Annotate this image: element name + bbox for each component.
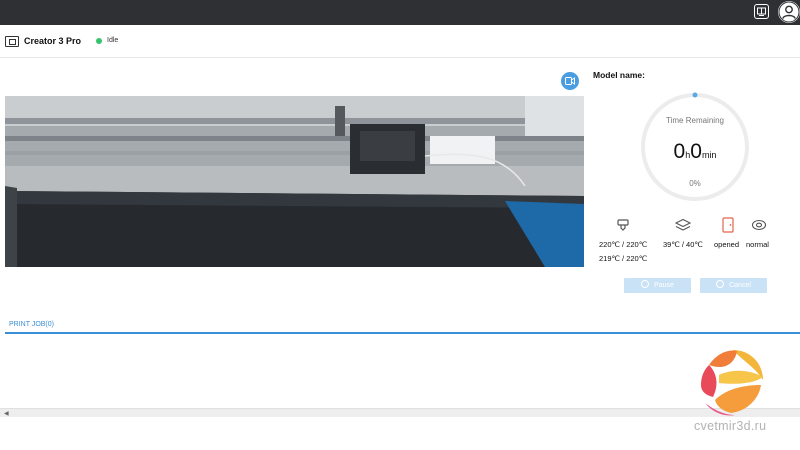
printer-name: Creator 3 Pro <box>24 36 82 46</box>
user-avatar-icon <box>778 1 800 23</box>
door-icon <box>722 217 734 233</box>
minutes-value: 0 <box>690 140 702 163</box>
tab-underline <box>5 332 800 334</box>
top-bar <box>0 0 800 25</box>
camera-toggle-button[interactable] <box>561 72 579 90</box>
extruder-right-temp: 219℃ / 220℃ <box>599 254 648 263</box>
horizontal-scrollbar[interactable]: ◀ <box>0 408 800 417</box>
fan-icon <box>751 219 767 231</box>
window-switch-button[interactable] <box>754 4 769 19</box>
cancel-icon <box>716 280 725 288</box>
fan-mode: normal <box>746 240 769 249</box>
bed-temp: 39℃ / 40℃ <box>663 240 703 249</box>
watermark-text: cvetmir3d.ru <box>694 419 767 433</box>
heated-bed-icon <box>675 218 691 231</box>
window-switch-icon <box>757 7 766 16</box>
tab-print-job[interactable]: PRINT JOB(0) <box>9 321 54 328</box>
model-name-label: Model name: <box>593 70 645 80</box>
cancel-button[interactable]: Cancel <box>700 278 767 293</box>
video-camera-icon <box>565 77 575 85</box>
camera-feed <box>5 96 584 267</box>
scroll-left-arrow-icon[interactable]: ◀ <box>4 410 9 417</box>
pause-label: Pause <box>654 282 674 289</box>
progress-percent: 0% <box>689 179 701 188</box>
hours-value: 0 <box>673 140 686 163</box>
extruder-left-temp: 220℃ / 220℃ <box>599 240 648 249</box>
time-remaining-value: 0h0min <box>640 140 750 164</box>
cancel-label: Cancel <box>729 282 751 289</box>
printer-icon <box>5 36 19 47</box>
status-text: Idle <box>107 37 119 44</box>
pause-button[interactable]: Pause <box>624 278 691 293</box>
printer-header: Creator 3 Pro Idle <box>0 25 800 58</box>
user-avatar-button[interactable] <box>778 1 800 23</box>
extruder-icon <box>617 219 629 231</box>
door-status: opened <box>714 240 740 249</box>
status-indicator-dot <box>96 38 102 44</box>
minutes-unit: min <box>701 150 717 160</box>
pause-icon <box>641 280 650 288</box>
watermark-logo <box>701 350 763 416</box>
time-remaining-label: Time Remaining <box>666 116 724 125</box>
